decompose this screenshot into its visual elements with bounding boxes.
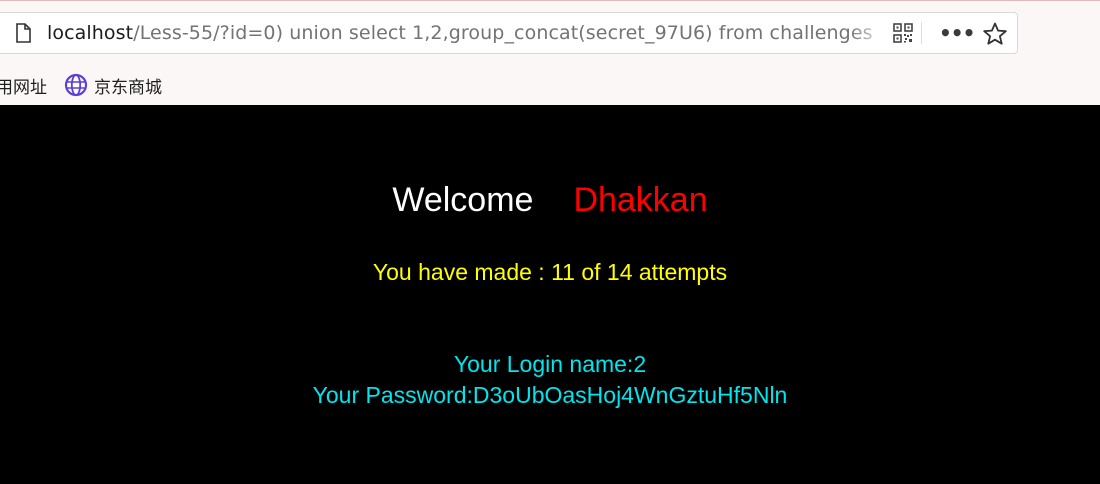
toolbar-separator: [921, 22, 922, 44]
bookmark-jd-mall[interactable]: 京东商城: [64, 73, 162, 98]
url-host: localhost: [47, 22, 134, 44]
globe-icon: [64, 73, 88, 97]
attempts-counter: You have made : 11 of 14 attempts: [372, 259, 728, 285]
welcome-name: Dhakkan: [573, 181, 708, 219]
password-line: Your Password:D3oUbOasHoj4WnGztuHf5Nln: [0, 380, 1100, 411]
bookmark-label: 京东商城: [94, 77, 162, 98]
url-fade: [849, 13, 889, 53]
welcome-heading: Welcome Dhakkan: [0, 181, 1100, 220]
page-icon: [16, 23, 31, 43]
page-content: Welcome Dhakkan You have made : 11 of 14 …: [0, 105, 1100, 484]
login-name-value: 2: [633, 351, 647, 377]
password-value: D3oUbOasHoj4WnGztuHf5Nln: [472, 382, 788, 408]
welcome-word: Welcome: [392, 181, 534, 219]
password-label: Your Password:: [312, 382, 473, 408]
qr-code-icon[interactable]: [893, 23, 913, 43]
url-path: /Less-55/?id=0) union select 1,2,group_c…: [133, 22, 873, 44]
browser-chrome: localhost/Less-55/?id=0) union select 1,…: [0, 0, 1100, 106]
bookmark-common-sites[interactable]: 用网址: [0, 73, 47, 98]
bookmarks-bar: 用网址 京东商城: [0, 69, 1100, 101]
more-actions-icon[interactable]: •••: [939, 21, 975, 45]
credentials-block: Your Login name:2 Your Password:D3oUbOas…: [0, 349, 1100, 411]
bookmark-label: 用网址: [0, 77, 47, 98]
browser-toolbar: localhost/Less-55/?id=0) union select 1,…: [0, 9, 1100, 61]
login-name-line: Your Login name:2: [0, 349, 1100, 380]
bookmark-star-icon[interactable]: [982, 21, 1008, 47]
address-bar[interactable]: localhost/Less-55/?id=0) union select 1,…: [0, 12, 1018, 54]
login-name-label: Your Login name:: [453, 351, 634, 377]
